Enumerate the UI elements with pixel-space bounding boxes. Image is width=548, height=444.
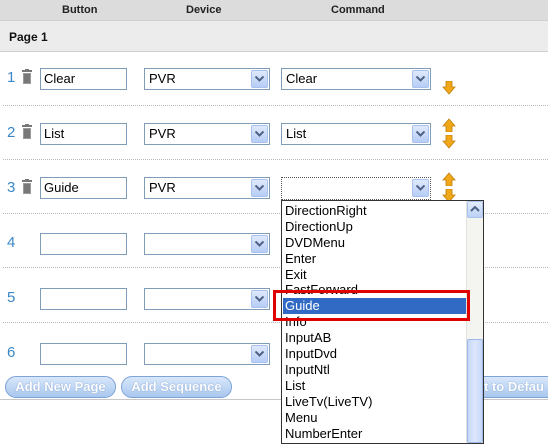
device-select[interactable] <box>144 288 270 310</box>
device-select[interactable] <box>144 233 270 255</box>
move-up-arrow-icon[interactable] <box>442 118 456 132</box>
command-select-value: Clear <box>286 71 318 86</box>
dropdown-scrollbar[interactable] <box>466 201 483 443</box>
trash-icon[interactable] <box>20 179 34 195</box>
column-header-device: Device <box>186 4 222 16</box>
command-select-open[interactable] <box>281 177 431 200</box>
device-select-value: PVR <box>149 126 176 141</box>
row-number: 4 <box>7 234 16 251</box>
row-divider <box>3 105 548 106</box>
column-header-command: Command <box>331 4 385 16</box>
device-select[interactable] <box>144 343 270 365</box>
dropdown-option[interactable]: Enter <box>285 251 316 266</box>
dropdown-option[interactable]: List <box>285 378 305 393</box>
command-dropdown-list[interactable]: DirectionRight DirectionUp DVDMenu Enter… <box>281 200 484 444</box>
row-number: 5 <box>7 289 16 306</box>
dropdown-option[interactable]: DirectionRight <box>285 203 367 218</box>
column-header-button: Button <box>62 4 98 16</box>
chevron-down-icon <box>412 125 429 143</box>
chevron-up-icon <box>470 205 480 212</box>
scrollbar-thumb[interactable] <box>467 339 483 443</box>
row-number: 2 <box>7 124 16 141</box>
dropdown-option[interactable]: Exit <box>285 267 307 282</box>
move-down-arrow-icon[interactable] <box>442 81 456 95</box>
device-select-value: PVR <box>149 71 176 86</box>
chevron-down-icon <box>412 70 429 88</box>
chevron-down-icon <box>251 235 268 253</box>
chevron-down-icon <box>251 290 268 308</box>
page-section-header: Page 1 <box>0 20 548 52</box>
dropdown-option[interactable]: InputDvd <box>285 346 337 361</box>
scroll-up-button[interactable] <box>467 201 483 218</box>
dropdown-option[interactable]: DirectionUp <box>285 219 353 234</box>
device-select[interactable]: PVR <box>144 177 270 199</box>
dropdown-option[interactable]: InputNtl <box>285 362 330 377</box>
dropdown-option[interactable]: NumberEnter <box>285 426 362 441</box>
trash-icon[interactable] <box>20 69 34 85</box>
command-select[interactable]: Clear <box>281 68 431 90</box>
button-name-input[interactable]: Guide <box>40 177 127 199</box>
row-divider <box>3 159 548 160</box>
row-number: 3 <box>7 179 16 196</box>
add-sequence-button[interactable]: Add Sequence <box>121 376 232 398</box>
move-up-arrow-icon[interactable] <box>442 172 456 186</box>
dropdown-option[interactable]: InputAB <box>285 330 331 345</box>
move-down-arrow-icon[interactable] <box>442 135 456 149</box>
chevron-down-icon <box>251 70 268 88</box>
trash-icon[interactable] <box>20 124 34 140</box>
device-select[interactable]: PVR <box>144 123 270 145</box>
row-number: 1 <box>7 69 16 86</box>
annotation-highlight-box <box>273 290 470 321</box>
chevron-down-icon <box>251 179 268 197</box>
dropdown-option[interactable]: DVDMenu <box>285 235 345 250</box>
table-header: Button Device Command <box>0 0 548 20</box>
page-title: Page 1 <box>9 30 48 44</box>
device-select-value: PVR <box>149 180 176 195</box>
dropdown-option[interactable]: LiveTv(LiveTV) <box>285 394 372 409</box>
button-name-input[interactable] <box>40 343 127 365</box>
device-select[interactable]: PVR <box>144 68 270 90</box>
button-name-input[interactable]: Clear <box>40 68 127 90</box>
chevron-down-icon <box>412 179 429 197</box>
button-name-input[interactable]: List <box>40 123 127 145</box>
row-number: 6 <box>7 344 16 361</box>
command-select[interactable]: List <box>281 123 431 145</box>
add-new-page-button[interactable]: Add New Page <box>5 376 116 398</box>
dropdown-option[interactable]: Menu <box>285 410 318 425</box>
command-select-value: List <box>286 126 307 141</box>
chevron-down-icon <box>251 345 268 363</box>
chevron-down-icon <box>251 125 268 143</box>
button-name-input[interactable] <box>40 233 127 255</box>
button-name-input[interactable] <box>40 288 127 310</box>
